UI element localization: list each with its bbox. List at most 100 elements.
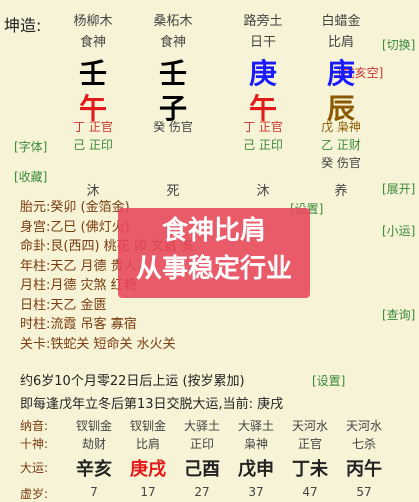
- pillar-gan: 壬: [78, 57, 107, 90]
- hidden-stem-shishen: 正印: [88, 138, 113, 152]
- expand-button[interactable]: [展开]: [382, 180, 415, 197]
- info-row: 时柱:流霞 吊客 寡宿: [20, 315, 137, 335]
- hidden-stem: 癸 伤官: [138, 118, 208, 136]
- info-row-key: 命卦:: [20, 239, 51, 254]
- overlay-line1: 食神比肩: [161, 216, 266, 246]
- info-row-key: 时柱:: [20, 317, 51, 332]
- dayun-shishen: 七杀: [351, 437, 376, 451]
- dayun-age: 57: [356, 485, 372, 499]
- dayun-ganzhi[interactable]: 丙午: [338, 455, 390, 481]
- hidden-stem-gan: 癸: [321, 156, 334, 170]
- pillar-nayin: 路旁土: [243, 14, 283, 29]
- info-row-key: 关卡:: [20, 336, 51, 352]
- info-row-key: 月柱:: [20, 278, 51, 293]
- hidden-stem-gan: 己: [73, 138, 86, 152]
- info-row: 日柱:天乙 金匮: [20, 296, 107, 316]
- hidden-stem-gan: 戊: [321, 120, 334, 134]
- hidden-stem-gan: 癸: [153, 120, 166, 134]
- overlay-line2: 从事稳定行业: [135, 254, 292, 284]
- pillar-gan: 庚: [248, 57, 277, 90]
- hidden-stem: 戊 枭神: [306, 118, 376, 136]
- dayun-ganzhi[interactable]: 戊申: [230, 455, 282, 481]
- switch-button[interactable]: [切换]: [382, 36, 415, 53]
- pillar-nayin: 白蜡金: [321, 14, 361, 29]
- dayun-ganzhi[interactable]: 丁未: [284, 455, 336, 481]
- qiyun-text: 约6岁10个月零22日后上运 (按岁累加): [20, 374, 245, 389]
- pillar-shishen: 比肩: [327, 35, 354, 50]
- hidden-stem: 丁 正官: [58, 118, 128, 136]
- dayun-nayin: 天河水: [345, 419, 382, 433]
- hidden-stem-shishen: 伤官: [168, 120, 193, 134]
- info-row-key: 身宫:: [20, 219, 51, 235]
- xiaoyun-button[interactable]: [小运]: [382, 222, 415, 239]
- hidden-stem: 乙 正财: [306, 136, 376, 154]
- pillar-state: 死: [166, 184, 180, 199]
- dayun-shishen: 正印: [189, 437, 214, 451]
- pillar-hidden-stems: 戊 枭神乙 正财癸 伤官: [306, 118, 376, 172]
- pillar-gan: 壬: [158, 57, 187, 90]
- pillar-shishen: 日干: [249, 35, 276, 50]
- dayun-label-shishen: 十神:: [20, 437, 49, 451]
- dayun-age: 47: [302, 485, 318, 499]
- overlay-banner: 食神比肩 从事稳定行业: [118, 208, 310, 298]
- dayun-ganzhi[interactable]: 己酉: [176, 455, 228, 481]
- pillar-gan: 庚: [326, 57, 355, 90]
- dayun-nayin: 大驿土: [183, 419, 220, 433]
- pillar-hidden-stems: 癸 伤官: [138, 118, 208, 136]
- jiaoyun-text: 即每逢戊年立冬后第13日交脱大运,当前: 庚戌: [20, 397, 284, 412]
- pillar-nayin: 桑柘木: [153, 14, 193, 29]
- dayun-age: 37: [248, 485, 264, 499]
- favorite-button[interactable]: [收藏]: [14, 168, 47, 185]
- pillar-state: 沐: [86, 184, 100, 199]
- dayun-nayin: 钗钏金: [75, 419, 112, 433]
- hidden-stem-shishen: 正印: [258, 138, 283, 152]
- hidden-stem-gan: 丁: [73, 120, 86, 134]
- dayun-shishen: 正官: [297, 437, 322, 451]
- dayun-shishen: 枭神: [243, 437, 268, 451]
- hidden-stem-shishen: 正官: [258, 120, 283, 134]
- dayun-shishen: 比肩: [135, 437, 160, 451]
- pillar-nayin: 杨柳木: [73, 14, 113, 29]
- dayun-nayin: 大驿土: [237, 419, 274, 433]
- dayun-age: 27: [194, 485, 210, 499]
- dayun-shishen: 劫财: [81, 437, 106, 451]
- pillar-hidden-stems: 丁 正官己 正印: [58, 118, 128, 154]
- dayun-ganzhi[interactable]: 庚戌: [122, 455, 174, 481]
- font-button[interactable]: [字体]: [14, 138, 47, 155]
- dayun-nayin: 天河水: [291, 419, 328, 433]
- dayun-label-age: 虚岁:: [20, 487, 49, 501]
- hidden-stem-gan: 己: [243, 138, 256, 152]
- hidden-stem: 己 正印: [58, 136, 128, 154]
- hidden-stem-shishen: 正财: [336, 138, 361, 152]
- info-row-key: 日柱:: [20, 297, 51, 313]
- info-row: 身宫:乙巳 (佛灯火): [20, 218, 130, 238]
- hidden-stem: 己 正印: [228, 136, 298, 154]
- info-row-key: 年柱:: [20, 258, 51, 274]
- hidden-stem-shishen: 正官: [88, 120, 113, 134]
- dayun-label-dayun: 大运:: [20, 461, 49, 475]
- info-row-value: 流霞 吊客 寡宿: [50, 317, 137, 332]
- pillar-state: 沐: [256, 184, 270, 199]
- query-button[interactable]: [查询]: [382, 306, 415, 323]
- hidden-stem: 丁 正官: [228, 118, 298, 136]
- hidden-stem-gan: 乙: [321, 138, 334, 152]
- pillar-shishen: 食神: [159, 35, 186, 50]
- hidden-stem: 癸 伤官: [306, 154, 376, 172]
- pillar-state: 养: [334, 184, 348, 199]
- info-row-key: 胎元:: [20, 200, 51, 215]
- dayun-nayin: 钗钏金: [129, 419, 166, 433]
- dayun-age: 7: [90, 485, 98, 499]
- hidden-stem-gan: 丁: [243, 120, 256, 134]
- settings-button-qiyun[interactable]: [设置]: [312, 372, 345, 389]
- chart-title: 坤造:: [4, 16, 42, 35]
- info-row-value: 天乙 金匮: [50, 297, 107, 313]
- hidden-stem-shishen: 伤官: [336, 156, 361, 170]
- dayun-age: 17: [140, 485, 156, 499]
- dayun-label-nayin: 纳音:: [20, 419, 49, 433]
- info-row: 关卡:铁蛇关 短命关 水火关: [20, 335, 176, 355]
- info-row: 胎元:癸卯 (金箔金): [20, 198, 130, 218]
- info-row-value: 铁蛇关 短命关 水火关: [50, 336, 176, 352]
- dayun-ganzhi[interactable]: 辛亥: [68, 455, 120, 481]
- hidden-stem-shishen: 枭神: [336, 120, 361, 134]
- pillar-shishen: 食神: [79, 35, 106, 50]
